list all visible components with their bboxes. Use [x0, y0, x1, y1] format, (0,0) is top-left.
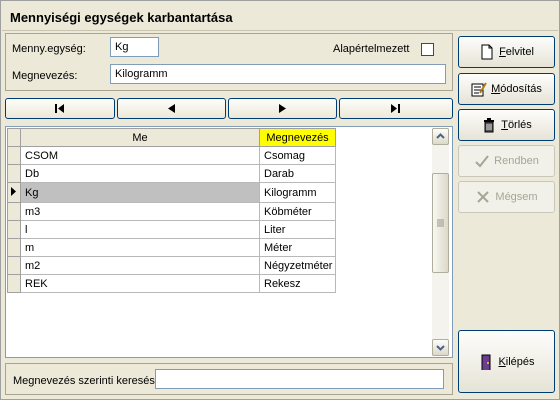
edit-document-icon	[471, 82, 487, 97]
first-icon	[55, 104, 64, 113]
table-row[interactable]: CSOM Csomag	[7, 146, 336, 165]
row-indicator	[7, 238, 21, 257]
next-record-button[interactable]	[228, 98, 337, 119]
table-row[interactable]: Db Darab	[7, 164, 336, 183]
torles-button[interactable]: Törlés	[458, 109, 555, 141]
cell-me[interactable]: Db	[20, 164, 260, 183]
unit-label: Menny.egység:	[12, 43, 86, 55]
cell-megnevezes[interactable]: Darab	[259, 164, 336, 183]
grip-icon	[437, 219, 444, 227]
table-row[interactable]: m Méter	[7, 238, 336, 257]
rendben-button[interactable]: Rendben	[458, 145, 555, 177]
cell-megnevezes[interactable]: Négyzetméter	[259, 256, 336, 275]
action-panel: Felvitel Módosítás Törlés Rendben Mégsem…	[456, 33, 557, 395]
row-indicator	[7, 202, 21, 221]
search-input[interactable]	[155, 369, 444, 389]
modositas-button[interactable]: Módosítás	[458, 73, 555, 105]
table-row[interactable]: l Liter	[7, 220, 336, 239]
cell-me[interactable]: m	[20, 238, 260, 257]
column-header-megnevezes[interactable]: Megnevezés	[259, 128, 336, 147]
row-indicator	[7, 220, 21, 239]
modositas-label: Módosítás	[491, 83, 542, 95]
search-label: Megnevezés szerinti keresés	[13, 375, 155, 387]
scroll-thumb[interactable]	[432, 173, 449, 273]
checkmark-icon	[475, 155, 489, 168]
first-record-button[interactable]	[5, 98, 115, 119]
prev-icon	[168, 104, 175, 113]
cell-megnevezes[interactable]: Csomag	[259, 146, 336, 165]
cell-megnevezes[interactable]: Liter	[259, 220, 336, 239]
cell-me[interactable]: REK	[20, 274, 260, 293]
table-row-selected[interactable]: Kg Kilogramm	[7, 182, 336, 203]
table-row[interactable]: REK Rekesz	[7, 274, 336, 293]
cell-me[interactable]: m3	[20, 202, 260, 221]
vertical-scrollbar[interactable]	[432, 128, 449, 356]
felvitel-button[interactable]: Felvitel	[458, 36, 555, 68]
cell-me[interactable]: Kg	[20, 182, 260, 203]
cell-megnevezes[interactable]: Rekesz	[259, 274, 336, 293]
scroll-down-button[interactable]	[432, 339, 449, 356]
unit-field[interactable]: Kg	[110, 37, 159, 57]
rendben-label: Rendben	[494, 155, 539, 167]
trash-icon	[484, 118, 495, 133]
scroll-up-button[interactable]	[432, 128, 449, 145]
row-indicator	[7, 274, 21, 293]
chevron-down-icon	[436, 345, 445, 351]
cancel-x-icon	[477, 191, 490, 203]
last-record-button[interactable]	[339, 98, 453, 119]
main-window: Mennyiségi egységek karbantartása Menny.…	[0, 0, 560, 400]
kilepes-label: Kilépés	[498, 355, 535, 368]
megsem-label: Mégsem	[495, 191, 538, 203]
column-header-me[interactable]: Me	[20, 128, 260, 147]
torles-label: Törlés	[501, 119, 532, 131]
last-icon	[391, 104, 400, 113]
title-bar: Mennyiségi egységek karbantartása	[2, 2, 558, 31]
row-indicator	[7, 146, 21, 165]
grid-corner	[7, 128, 21, 147]
prev-record-button[interactable]	[117, 98, 226, 119]
units-grid[interactable]: Me Megnevezés CSOM Csomag Db Darab Kg Ki…	[5, 126, 453, 358]
current-row-indicator	[7, 182, 21, 203]
megsem-button[interactable]: Mégsem	[458, 181, 555, 213]
table-row[interactable]: m2 Négyzetméter	[7, 256, 336, 275]
cell-megnevezes[interactable]: Köbméter	[259, 202, 336, 221]
chevron-up-icon	[436, 133, 445, 139]
table-row[interactable]: m3 Köbméter	[7, 202, 336, 221]
new-document-icon	[481, 44, 493, 60]
cell-me[interactable]: l	[20, 220, 260, 239]
row-indicator	[7, 256, 21, 275]
cell-megnevezes[interactable]: Méter	[259, 238, 336, 257]
record-navigator	[5, 98, 453, 119]
next-icon	[279, 104, 286, 113]
felvitel-label: Felvitel	[499, 46, 534, 58]
grid-table: Me Megnevezés CSOM Csomag Db Darab Kg Ki…	[7, 128, 336, 293]
exit-icon	[481, 354, 491, 370]
row-indicator	[7, 164, 21, 183]
current-row-arrow-icon	[11, 187, 16, 196]
name-label: Megnevezés:	[12, 70, 78, 82]
edit-panel: Menny.egység: Kg Alapértelmezett Megneve…	[5, 33, 453, 91]
name-field[interactable]: Kilogramm	[110, 64, 446, 84]
cell-megnevezes[interactable]: Kilogramm	[259, 182, 336, 203]
cell-me[interactable]: m2	[20, 256, 260, 275]
search-panel: Megnevezés szerinti keresés	[5, 363, 453, 395]
kilepes-button[interactable]: Kilépés	[458, 330, 555, 393]
cell-me[interactable]: CSOM	[20, 146, 260, 165]
window-title: Mennyiségi egységek karbantartása	[10, 10, 233, 25]
default-label: Alapértelmezett	[333, 43, 410, 55]
default-checkbox[interactable]	[421, 43, 434, 56]
